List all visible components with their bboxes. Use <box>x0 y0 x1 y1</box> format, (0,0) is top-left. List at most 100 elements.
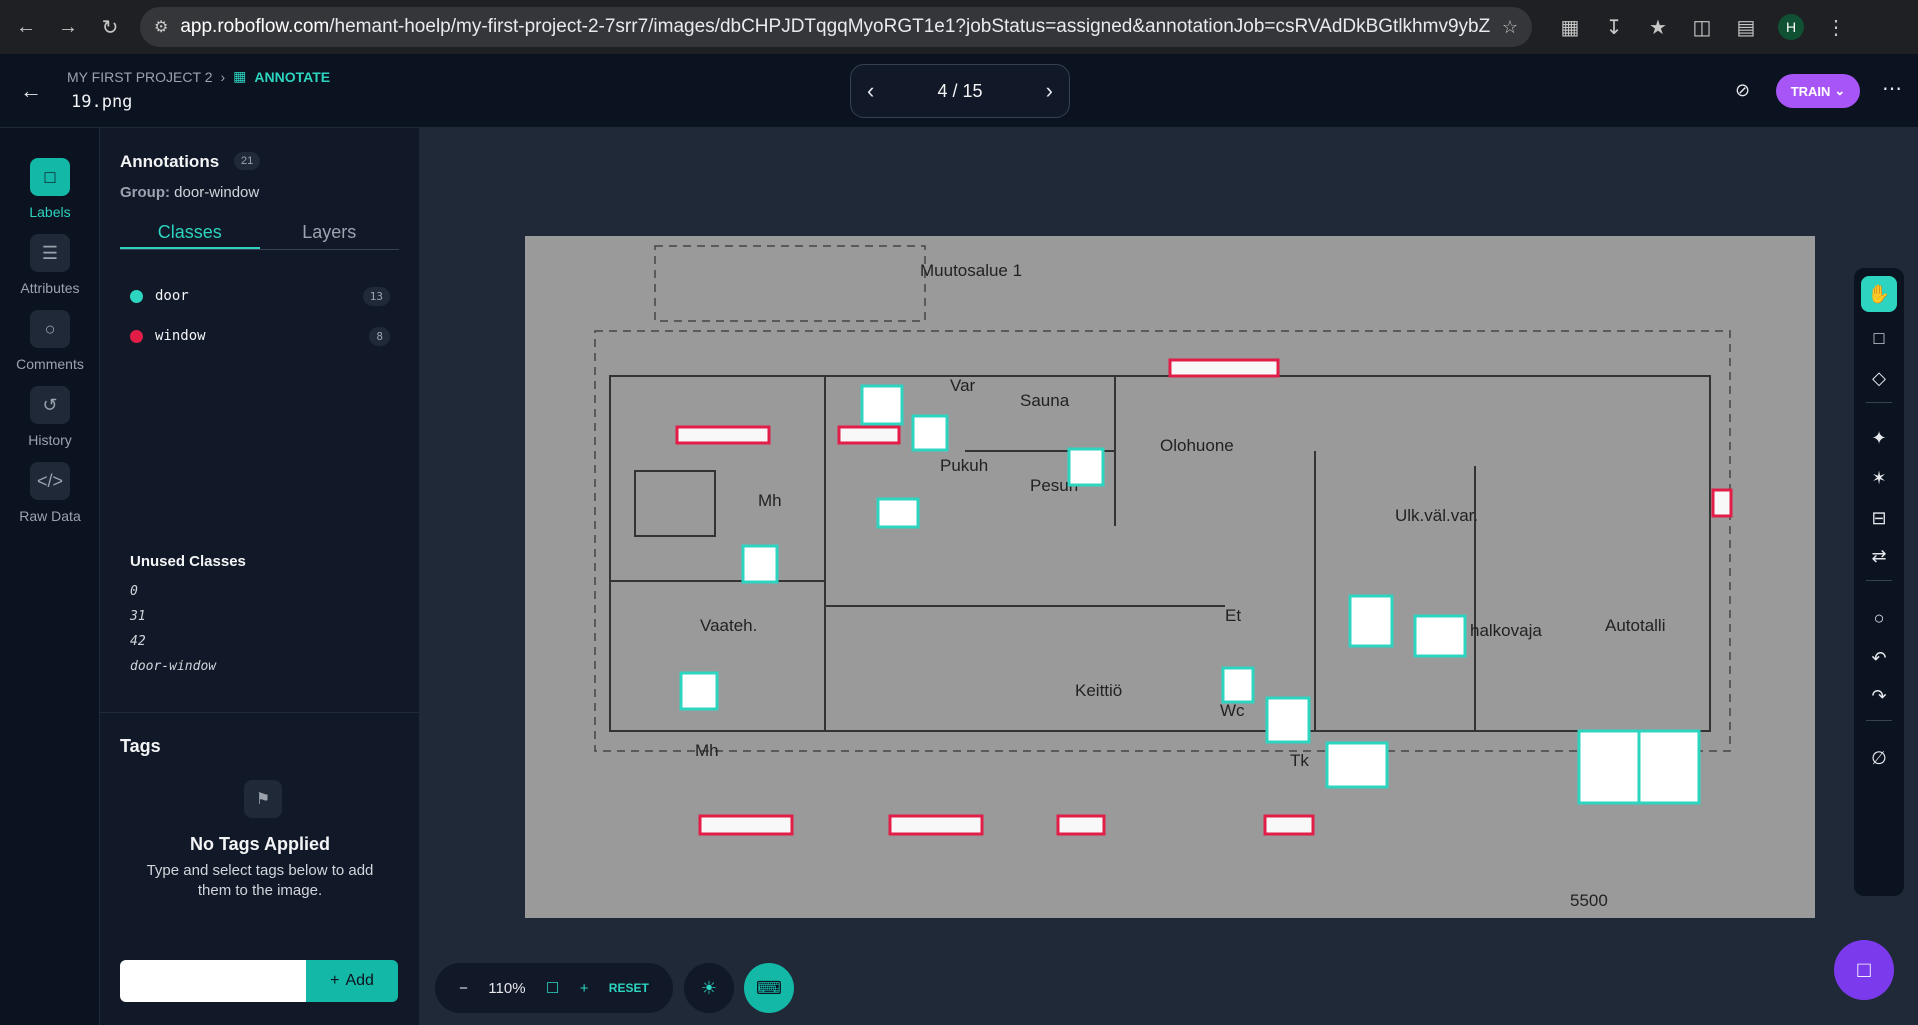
window-annotation <box>837 425 901 445</box>
plus-icon: + <box>330 972 340 989</box>
nav-comments[interactable]: ○ Comments <box>0 310 100 372</box>
zoom-out-button[interactable]: − <box>459 980 468 997</box>
null-icon[interactable]: ∅ <box>1861 740 1897 776</box>
no-tags-title: No Tags Applied <box>189 834 330 854</box>
pager-text: 4 / 15 <box>937 80 983 101</box>
eye-off-icon[interactable]: ⊘ <box>1735 80 1750 101</box>
plan-label: Keittiö <box>1075 681 1122 700</box>
more-options-icon[interactable]: ⋯ <box>1882 76 1902 101</box>
breadcrumb-project[interactable]: MY FIRST PROJECT 2 <box>67 69 212 85</box>
class-row-window[interactable]: window 8 <box>130 324 390 348</box>
nav-raw-data[interactable]: </> Raw Data <box>0 462 100 524</box>
chevron-right-icon: › <box>220 68 226 85</box>
annotations-panel: Annotations 21 Group: door-window Classe… <box>100 128 420 1025</box>
door-annotation <box>1325 741 1389 789</box>
annotation-canvas[interactable]: Muutosalue 1 Var Sauna Olohuone Pukuh Pe… <box>420 128 1918 1025</box>
plan-label: Var <box>950 376 976 395</box>
window-annotation <box>1263 814 1315 836</box>
profile-avatar[interactable]: H <box>1778 14 1804 40</box>
comment-icon[interactable]: ○ <box>1861 600 1897 636</box>
prev-image-button[interactable]: ‹ <box>867 78 874 104</box>
chevron-down-icon: ⌄ <box>1834 83 1846 98</box>
plan-label: Et <box>1225 606 1241 625</box>
keypoints-icon[interactable]: ⊟ <box>1861 500 1897 536</box>
class-row-door[interactable]: door 13 <box>130 284 390 308</box>
plan-label: Ulk.väl.var. <box>1395 506 1478 525</box>
browser-menu-icon[interactable]: ⋮ <box>1824 15 1848 39</box>
nav-history[interactable]: ↺ History <box>0 386 100 448</box>
window-annotation <box>675 425 771 445</box>
plan-label: Tk <box>1290 751 1309 770</box>
extensions-icon[interactable]: ▦ <box>1558 15 1582 39</box>
repeat-icon[interactable]: ⇄ <box>1861 538 1897 574</box>
next-image-button[interactable]: › <box>1046 78 1053 104</box>
unused-class-item[interactable]: 42 <box>130 634 146 649</box>
nav-labels[interactable]: □ Labels <box>0 158 100 220</box>
reload-icon[interactable]: ↻ <box>98 15 122 39</box>
door-annotation <box>1265 696 1311 744</box>
smart-select-icon[interactable]: ✦ <box>1861 420 1897 456</box>
nav-attributes[interactable]: ☰ Attributes <box>0 234 100 296</box>
add-tag-button[interactable]: + Add <box>306 960 398 1002</box>
door-annotation <box>1637 729 1701 805</box>
history-icon: ↺ <box>30 386 70 424</box>
plan-label: Muutosalue 1 <box>920 261 1022 280</box>
bookmark-star-icon[interactable]: ☆ <box>1502 17 1518 38</box>
address-bar[interactable]: ⚙ app.roboflow.com/hemant-hoelp/my-first… <box>140 7 1532 47</box>
redo-icon[interactable]: ↷ <box>1861 678 1897 714</box>
plan-label: Vaateh. <box>700 616 757 635</box>
brightness-icon[interactable]: ☀ <box>684 963 734 1013</box>
tool-palette: ✋ □ ◇ ✦ ✶ ⊟ ⇄ ○ ↶ ↷ ∅ <box>1854 268 1904 896</box>
breadcrumb-section[interactable]: ANNOTATE <box>254 69 330 85</box>
floor-plan-drawing: Muutosalue 1 Var Sauna Olohuone Pukuh Pe… <box>594 245 1733 910</box>
site-info-icon[interactable]: ⚙ <box>154 17 168 37</box>
left-nav: □ Labels ☰ Attributes ○ Comments ↺ Histo… <box>0 128 100 1025</box>
door-annotation <box>860 384 904 426</box>
door-annotation <box>1067 447 1105 487</box>
divider <box>1866 402 1892 403</box>
reset-zoom-button[interactable]: RESET <box>609 981 649 995</box>
tab-layout-icon[interactable]: ◫ <box>1690 15 1714 39</box>
back-arrow-icon[interactable]: ← <box>20 78 42 104</box>
tab-classes[interactable]: Classes <box>120 218 260 249</box>
undo-icon[interactable]: ↶ <box>1861 640 1897 676</box>
divider <box>1866 580 1892 581</box>
unused-class-item[interactable]: door-window <box>130 659 216 674</box>
unused-class-item[interactable]: 0 <box>130 584 138 599</box>
image-pager: ‹ 4 / 15 › <box>850 64 1070 118</box>
favorites-icon[interactable]: ★ <box>1646 15 1670 39</box>
url-text[interactable]: app.roboflow.com/hemant-hoelp/my-first-p… <box>180 16 1490 38</box>
reading-view-icon[interactable]: ▤ <box>1734 15 1758 39</box>
tag-icon: ⚑ <box>244 780 282 818</box>
divider <box>100 712 420 713</box>
floor-plan-image[interactable]: Muutosalue 1 Var Sauna Olohuone Pukuh Pe… <box>525 236 1815 918</box>
window-annotation <box>1056 814 1106 836</box>
pan-hand-icon[interactable]: ✋ <box>1861 276 1897 312</box>
forward-icon[interactable]: → <box>56 15 80 39</box>
back-icon[interactable]: ← <box>14 15 38 39</box>
train-button[interactable]: TRAIN ⌄ <box>1776 74 1860 108</box>
door-annotation <box>1348 594 1394 648</box>
tag-input[interactable] <box>120 960 306 1002</box>
polygon-icon[interactable]: ◇ <box>1861 360 1897 396</box>
lock-icon[interactable]: ☐ <box>546 979 559 997</box>
plan-label: halkovaja <box>1470 621 1542 640</box>
image-filename: 19.png <box>71 92 133 112</box>
class-color-dot <box>130 329 143 343</box>
zoom-in-button[interactable]: + <box>580 980 589 997</box>
chat-support-icon[interactable]: □ <box>1834 940 1894 1000</box>
unused-class-item[interactable]: 31 <box>130 609 146 624</box>
download-icon[interactable]: ↧ <box>1602 15 1626 39</box>
window-annotation <box>1168 358 1280 378</box>
plan-label: Autotalli <box>1605 616 1665 635</box>
window-annotation <box>888 814 984 836</box>
magic-wand-icon[interactable]: ✶ <box>1861 460 1897 496</box>
breadcrumb: MY FIRST PROJECT 2 › ▦ ANNOTATE <box>67 68 330 85</box>
zoom-value: 110% <box>488 979 526 997</box>
keyboard-icon[interactable]: ⌨ <box>744 963 794 1013</box>
tab-layers[interactable]: Layers <box>260 218 400 249</box>
bounding-box-icon[interactable]: □ <box>1861 320 1897 356</box>
tags-help-text: Type and select tags below to add them t… <box>146 862 374 899</box>
plan-label: Wc <box>1220 701 1245 720</box>
labels-icon: □ <box>30 158 70 196</box>
